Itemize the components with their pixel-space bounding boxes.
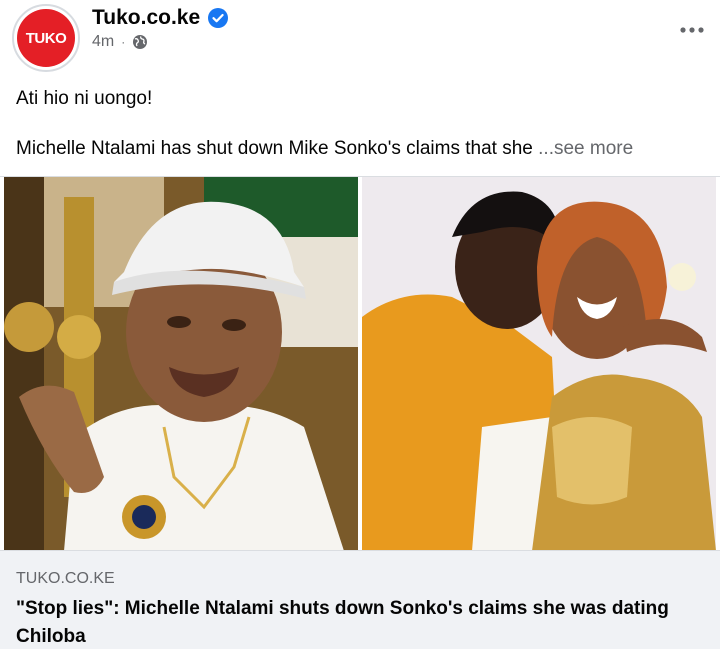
page-name-link[interactable]: Tuko.co.ke [92,6,200,30]
post-body: Ati hio ni uongo! Michelle Ntalami has s… [16,86,706,162]
page-avatar[interactable]: TUKO [12,4,80,72]
post-text-line2: Michelle Ntalami has shut down Mike Sonk… [16,136,706,162]
see-more-link[interactable]: ...see more [538,138,633,159]
post-header: TUKO Tuko.co.ke 4m · [0,0,720,78]
more-options-icon[interactable] [678,20,706,40]
verified-badge-icon [208,8,229,28]
link-preview[interactable]: TUKO.CO.KE "Stop lies": Michelle Ntalami… [0,550,720,649]
meta-separator: · [121,35,126,49]
page-name-row: Tuko.co.ke [92,6,229,30]
photo-left [4,177,358,551]
post-text-line1: Ati hio ni uongo! [16,88,153,109]
post-meta: 4m · [92,33,148,51]
tuko-logo: TUKO [17,9,75,67]
post-text-excerpt: Michelle Ntalami has shut down Mike Sonk… [16,138,539,159]
photo-right [362,177,716,551]
photo-couple [362,177,716,551]
link-domain: TUKO.CO.KE [16,570,115,587]
post-image[interactable] [0,176,720,551]
link-title[interactable]: "Stop lies": Michelle Ntalami shuts down… [16,595,706,651]
globe-icon[interactable] [132,34,148,50]
avatar-logo-text: TUKO [25,29,67,47]
post-timestamp[interactable]: 4m [92,33,114,51]
photo-man-in-white-cap [4,177,358,551]
